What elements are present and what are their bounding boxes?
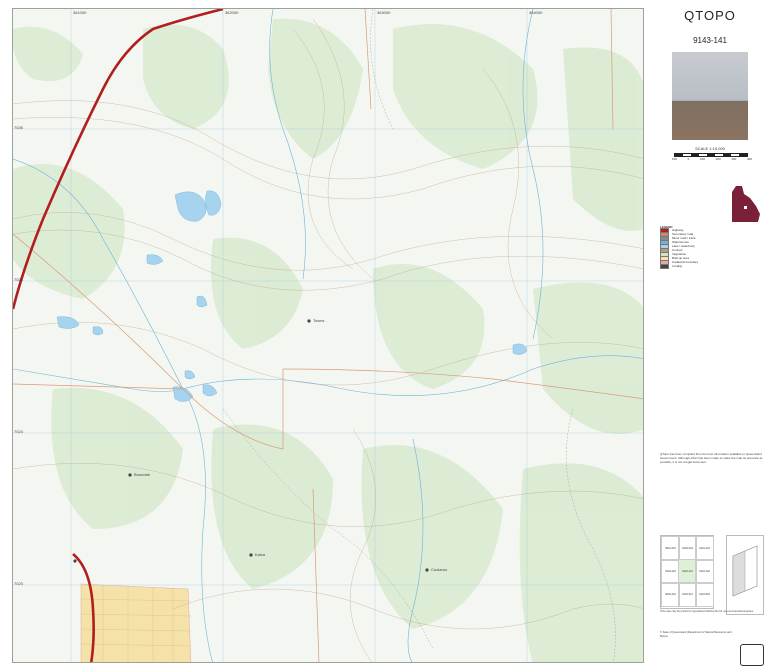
scale-tick: 400 (746, 157, 752, 161)
place-label: Boondah (134, 472, 151, 477)
legend-label: Locality (672, 264, 683, 268)
legend-swatch (660, 263, 669, 269)
grid-label-top: 362000 (225, 10, 239, 15)
fold-diagram-icon (726, 535, 764, 615)
town-area (80, 583, 192, 662)
queensland-locator-icon (732, 186, 760, 222)
grid-label-left: 7026 (14, 125, 23, 130)
grid-label-top: 361000 (73, 10, 87, 15)
scale-tick: 100 (672, 157, 678, 161)
grid-label-left: 7024 (14, 429, 23, 434)
scale-ticks: 100 0 100 200 300 400 (672, 158, 752, 161)
index-cell: 9143-142 (695, 559, 714, 584)
grid-label-left: 7023 (14, 581, 23, 586)
cover-photo (672, 52, 748, 140)
scale-bar (674, 153, 748, 157)
disclaimer-text: QTopo has been compiled from the best in… (660, 452, 763, 464)
scale-tick: 0 (687, 157, 690, 161)
map-title: QTOPO (684, 8, 736, 23)
grid-label-left: 7025 (14, 277, 23, 282)
place-label: Towns (313, 318, 325, 323)
index-cell: 9144-143 (695, 536, 714, 561)
scale-text: SCALE 1:10,000 (695, 146, 725, 151)
footer-note: This map may be printed or reproduced wi… (660, 610, 754, 613)
adjoining-sheets-index: 9044-231 9144-234 9144-143 9143-224 9143-141… (660, 535, 714, 609)
sheet-number: 9143-141 (693, 36, 727, 45)
scale-tick: 200 (715, 157, 721, 161)
topographic-map[interactable] (13, 9, 644, 663)
place-label: Kalva (255, 552, 266, 557)
copyright-text: © State of Queensland (Department of Nat… (660, 631, 732, 638)
queensland-government-logo (740, 644, 764, 666)
map-info-panel: QTOPO 9143-141 SCALE 1:10,000 100 0 100 … (652, 0, 768, 671)
place-label: Coolaroo (431, 567, 448, 572)
scale-tick: 100 (699, 157, 705, 161)
scale-tick: 300 (731, 157, 737, 161)
legend: Highway Secondary road Minor road / track W… (660, 227, 764, 454)
grid-label-top: 364000 (529, 10, 543, 15)
legend-item: Locality (660, 263, 764, 269)
grid-label-top: 363000 (377, 10, 391, 15)
map-frame[interactable]: 361000 362000 363000 364000 7026 7025 70… (12, 8, 644, 663)
index-cell: 9143-323 (695, 582, 714, 607)
